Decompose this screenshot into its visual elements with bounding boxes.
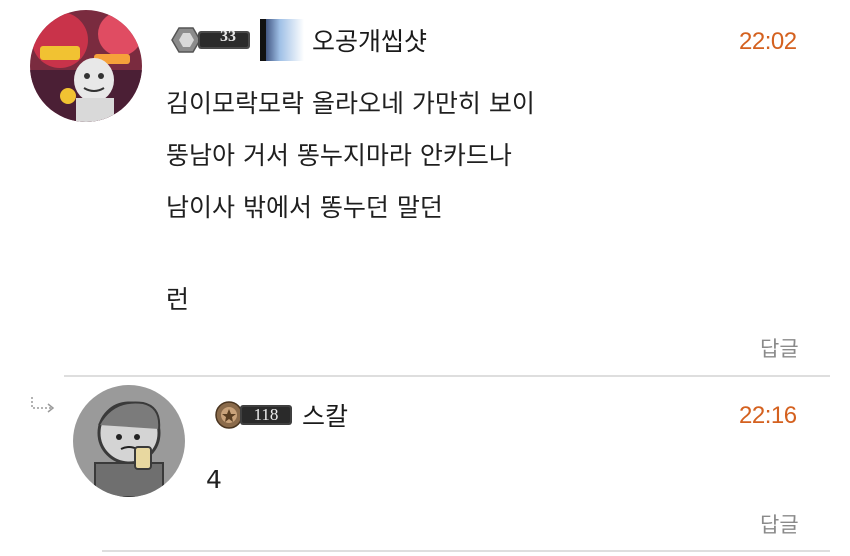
nickname[interactable]: 오공개씹샷 (312, 22, 427, 58)
comment-body: 김이모락모락 올라오네 가만히 보이 뚱남아 거서 똥누지마라 안카드나 남이사… (166, 78, 535, 326)
comment-line: 런 (166, 285, 190, 314)
level-number: 118 (253, 405, 279, 424)
reply-arrow-icon (31, 397, 55, 413)
reply-item: 118 스칼 22:16 4 답글 (0, 377, 850, 552)
avatar-image (30, 10, 142, 122)
reply-button[interactable]: 답글 (760, 509, 799, 539)
reply-body: 4 (206, 454, 222, 506)
reply-button[interactable]: 답글 (760, 333, 799, 363)
avatar[interactable] (30, 10, 142, 122)
author-line: 33 오공개씹샷 (168, 19, 427, 61)
comment-line: 김이모락모락 올라오네 가만히 보이 (166, 89, 535, 118)
comment-line: 뚱남아 거서 똥누지마라 안카드나 (166, 141, 512, 170)
timestamp: 22:02 (739, 28, 797, 55)
divider (102, 550, 830, 552)
avatar-image (73, 385, 185, 497)
nickname-icon (260, 19, 304, 61)
nickname[interactable]: 스칼 (302, 397, 348, 433)
level-number: 33 (220, 28, 236, 45)
comment-item: 33 오공개씹샷 22:02 김이모락모락 올라오네 가만히 보이 뚱남아 거서… (0, 0, 850, 375)
gradient-square-icon (260, 19, 304, 61)
avatar[interactable] (73, 385, 185, 497)
author-line: 118 스칼 (212, 395, 348, 435)
timestamp: 22:16 (739, 402, 797, 429)
reply-line: 4 (206, 465, 222, 494)
comment-line: 남이사 밖에서 똥누던 말던 (166, 193, 443, 222)
level-badge: 118 (212, 400, 296, 430)
